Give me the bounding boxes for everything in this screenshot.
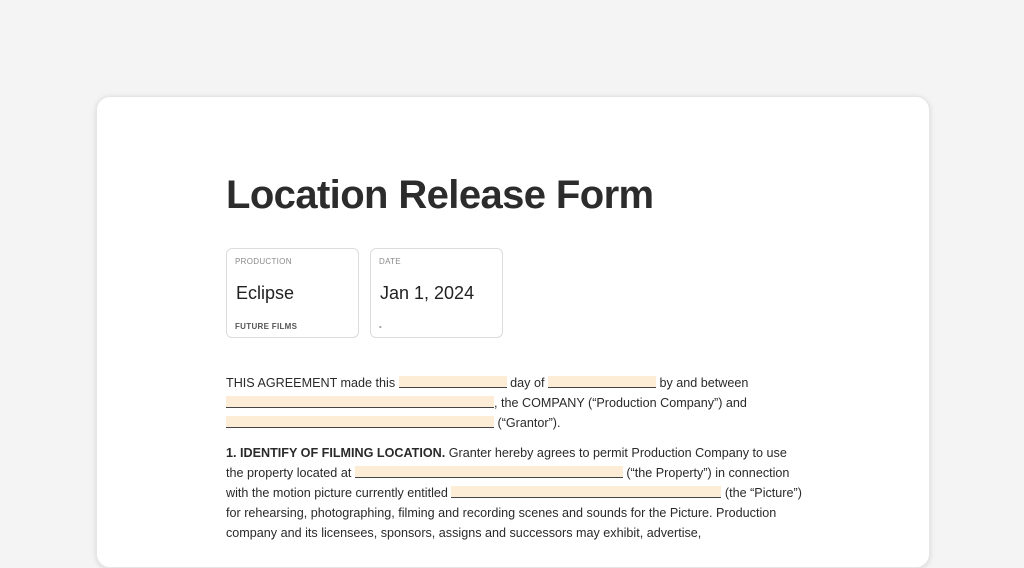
agreement-body: THIS AGREEMENT made this day of by and b…	[226, 373, 806, 553]
picture-title-blank[interactable]	[451, 486, 722, 498]
page-title: Location Release Form	[226, 173, 654, 217]
production-label: PRODUCTION	[235, 257, 292, 266]
agreement-text-3: by and between	[659, 376, 749, 390]
day-blank[interactable]	[398, 376, 507, 388]
section-1-heading: 1. IDENTIFY OF FILMING LOCATION.	[226, 446, 446, 460]
date-sub: -	[379, 322, 382, 331]
document-page: Location Release Form PRODUCTION Eclipse…	[96, 96, 930, 568]
agreement-text-5: (“Grantor”).	[497, 416, 561, 430]
grantor-blank[interactable]	[226, 416, 494, 428]
info-cards: PRODUCTION Eclipse FUTURE FILMS DATE Jan…	[226, 248, 503, 338]
agreement-text-2: day of	[510, 376, 545, 390]
company-blank[interactable]	[226, 396, 494, 408]
agreement-text-4: , the COMPANY (“Production Company”) and	[494, 396, 747, 410]
production-value: Eclipse	[236, 283, 295, 303]
property-blank[interactable]	[354, 466, 623, 478]
date-card[interactable]: DATE Jan 1, 2024 -	[370, 248, 503, 338]
section-1-paragraph: 1. IDENTIFY OF FILMING LOCATION. Granter…	[226, 443, 806, 543]
date-value: Jan 1, 2024	[380, 283, 475, 303]
date-label: DATE	[379, 257, 401, 266]
production-company: FUTURE FILMS	[235, 322, 298, 331]
agreement-paragraph: THIS AGREEMENT made this day of by and b…	[226, 373, 806, 433]
agreement-text-1: THIS AGREEMENT made this	[226, 376, 396, 390]
production-card[interactable]: PRODUCTION Eclipse FUTURE FILMS	[226, 248, 359, 338]
month-blank[interactable]	[547, 376, 656, 388]
